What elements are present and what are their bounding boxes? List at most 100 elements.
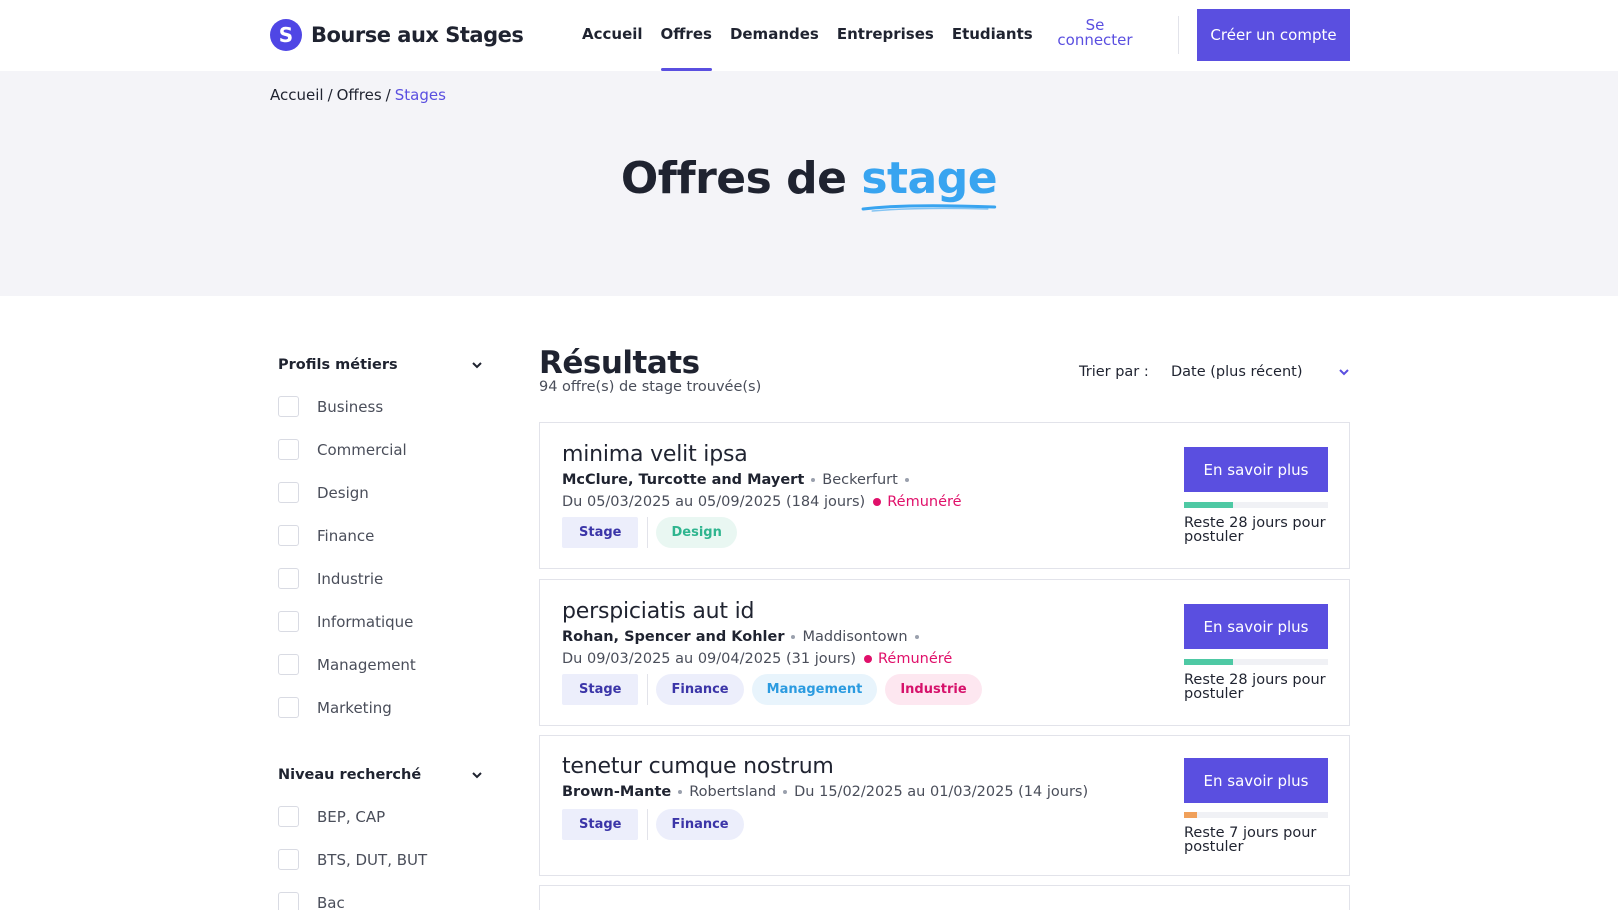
filter-item-marketing[interactable]: Marketing [278,686,483,729]
page-title-prefix: Offres de [620,153,847,204]
offer-tag: Design [656,517,737,548]
checkbox[interactable] [278,482,299,503]
filter-item-industrie[interactable]: Industrie [278,557,483,600]
breadcrumb: Accueil / Offres / Stages [270,86,446,104]
header-divider [1178,16,1179,54]
offer-tags: Stage Design [562,517,745,548]
checkbox[interactable] [278,525,299,546]
offer-dates: Du 15/02/2025 au 01/03/2025 (14 jours) [794,784,1089,800]
offer-title[interactable]: perspiciatis aut id [562,599,754,624]
main-nav: Accueil Offres Demandes Entreprises Etud… [582,0,1051,71]
checkbox[interactable] [278,396,299,417]
filter-item-bac[interactable]: Bac [278,881,483,910]
page-title-accent: stage [861,153,998,212]
breadcrumb-accueil[interactable]: Accueil [270,86,324,104]
checkbox[interactable] [278,806,299,827]
deadline-progress-fill [1184,812,1197,818]
offer-company: Rohan, Spencer and Kohler [562,629,785,645]
chevron-down-icon [1339,369,1349,376]
filter-item-management[interactable]: Management [278,643,483,686]
deadline-remaining: Reste 28 jours pour postuler [1184,515,1326,545]
deadline-remaining: Reste 7 jours pour postuler [1184,825,1317,855]
filter-profils-title: Profils métiers [278,357,398,373]
deadline-progress-fill [1184,659,1233,665]
filter-item-label: BEP, CAP [317,807,386,826]
brush-underline-icon [861,204,997,212]
filter-profils-toggle[interactable]: Profils métiers [278,354,483,376]
offer-company-line: McClure, Turcotte and Mayert Beckerfurt [562,472,916,488]
filter-item-label: Commercial [317,440,407,459]
chevron-down-icon [472,772,482,779]
checkbox[interactable] [278,611,299,632]
offer-dates-line: Du 05/03/2025 au 05/09/2025 (184 jours) R… [562,494,962,510]
separator-dot [791,635,796,639]
logo[interactable]: S Bourse aux Stages [270,19,524,51]
filter-niveau: Niveau recherché BEP, CAP BTS, DUT, BUT … [278,764,483,910]
more-info-button[interactable]: En savoir plus [1184,604,1328,649]
filter-item-business[interactable]: Business [278,385,483,428]
deadline-remaining: Reste 28 jours pour postuler [1184,672,1326,702]
filter-item-label: Informatique [317,612,414,631]
deadline-progress [1184,659,1328,665]
filter-item-label: Marketing [317,698,392,717]
checkbox[interactable] [278,849,299,870]
nav-etudiants[interactable]: Etudiants [952,0,1033,71]
offer-title[interactable]: minima velit ipsa [562,442,748,467]
login-link[interactable]: Se connecter [1050,18,1140,48]
filter-item-bts-dut-but[interactable]: BTS, DUT, BUT [278,838,483,881]
checkbox[interactable] [278,654,299,675]
filter-item-bep-cap[interactable]: BEP, CAP [278,795,483,838]
nav-entreprises[interactable]: Entreprises [837,0,934,71]
offer-card: perspiciatis aut id Rohan, Spencer and K… [539,579,1350,726]
separator-dot [811,478,816,482]
separator-dot [783,790,788,794]
offer-tag: Industrie [885,674,982,705]
offer-tag: Finance [656,674,744,705]
page-title: Offres de stage [0,153,1618,212]
paid-dot-icon [864,655,872,663]
filter-item-finance[interactable]: Finance [278,514,483,557]
offer-paid: Rémunéré [887,494,962,510]
filter-niveau-title: Niveau recherché [278,767,422,783]
filter-item-label: Design [317,483,369,502]
checkbox[interactable] [278,439,299,460]
more-info-button[interactable]: En savoir plus [1184,758,1328,803]
checkbox[interactable] [278,568,299,589]
separator-dot [904,478,909,482]
chevron-down-icon [472,362,482,369]
filter-item-design[interactable]: Design [278,471,483,514]
checkbox[interactable] [278,892,299,910]
nav-offres[interactable]: Offres [660,0,713,71]
logo-text: Bourse aux Stages [311,23,524,47]
checkbox[interactable] [278,697,299,718]
deadline-progress [1184,812,1328,818]
paid-dot-icon [873,498,882,506]
offer-dates: Du 09/03/2025 au 09/04/2025 (31 jours) [562,651,856,667]
deadline-progress [1184,502,1328,508]
more-info-button[interactable]: En savoir plus [1184,447,1328,492]
page-title-accent-text: stage [861,153,998,204]
offer-type-tag: Stage [562,809,639,840]
nav-demandes[interactable]: Demandes [730,0,819,71]
breadcrumb-current: Stages [394,86,446,104]
offer-tags: Stage Finance [562,809,752,840]
filter-niveau-toggle[interactable]: Niveau recherché [278,764,483,786]
nav-accueil[interactable]: Accueil [582,0,643,71]
offer-company-line: Brown-Mante Robertsland Du 15/02/2025 au 0… [562,784,1088,800]
results-count: 94 offre(s) de stage trouvée(s) [539,379,762,395]
breadcrumb-offres[interactable]: Offres [337,86,382,104]
filter-item-commercial[interactable]: Commercial [278,428,483,471]
filter-item-informatique[interactable]: Informatique [278,600,483,643]
filter-item-label: Industrie [317,569,384,588]
separator-dot [914,635,919,639]
offer-title[interactable]: tenetur cumque nostrum [562,754,834,779]
tag-divider [647,674,649,705]
signup-button[interactable]: Créer un compte [1197,9,1350,61]
separator-dot [678,790,683,794]
filter-item-label: Management [317,655,416,674]
filter-profils: Profils métiers Business Commercial Desi… [278,354,483,729]
offer-company: McClure, Turcotte and Mayert [562,472,805,488]
logo-icon: S [270,19,302,51]
sort-select[interactable]: Date (plus récent) [1171,358,1350,386]
sort-label: Trier par : [1079,364,1149,380]
